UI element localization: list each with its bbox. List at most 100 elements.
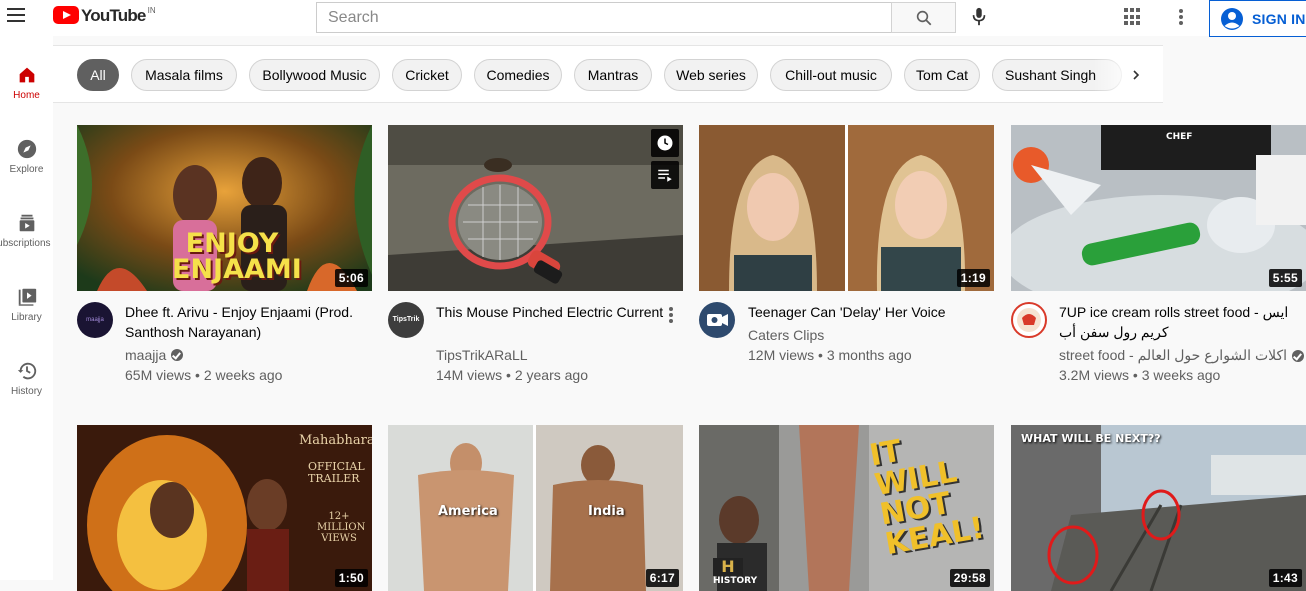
avatar-text: TipsTrik	[392, 316, 420, 323]
video-duration: 1:43	[1268, 569, 1302, 587]
watch-later-button[interactable]	[651, 129, 679, 157]
sidebar-item-subscriptions[interactable]: Subscriptions	[0, 212, 53, 272]
sidebar-item-label: History	[10, 386, 43, 397]
search-button[interactable]	[891, 2, 956, 33]
mic-icon	[972, 7, 986, 26]
sidebar-item-label: Library	[11, 312, 42, 323]
video-duration: 1:50	[334, 569, 368, 587]
avatar[interactable]: maajja	[77, 302, 113, 338]
search-box[interactable]	[316, 2, 892, 33]
chip-cricket[interactable]: Cricket	[392, 59, 462, 91]
verified-icon	[1292, 349, 1305, 362]
thumbnail-image	[699, 125, 994, 291]
history-logo-text: HISTORY	[713, 576, 758, 586]
thumbnail-overlay-views: 12+ MILLION VIEWS	[317, 511, 366, 544]
add-to-queue-button[interactable]	[651, 161, 679, 189]
settings-more-icon[interactable]	[1176, 8, 1186, 26]
video-title[interactable]: Teenager Can 'Delay' Her Voice	[748, 302, 984, 322]
video-actions-more-icon[interactable]	[666, 306, 676, 324]
thumbnail-overlay-text: WHAT WILL BE NEXT??	[1021, 432, 1161, 445]
clock-icon	[657, 135, 673, 151]
video-thumbnail[interactable]: ENJOY ENJAAMI 5:06	[77, 125, 372, 291]
video-duration: 5:55	[1268, 269, 1302, 287]
channel-name[interactable]: TipsTrikARaLL	[436, 347, 528, 363]
thumbnail-overlay-text: IT WILL NOT KEAL!	[867, 425, 994, 563]
video-thumbnail[interactable]: CHEF 5:55	[1011, 125, 1306, 291]
video-meta: 3.2M views • 3 weeks ago	[1059, 367, 1221, 383]
video-duration: 1:19	[956, 269, 990, 287]
sidebar-item-library[interactable]: Library	[0, 286, 53, 346]
video-title[interactable]: This Mouse Pinched Electric Current	[436, 302, 672, 322]
sidebar-item-history[interactable]: History	[0, 360, 53, 420]
chip-comedies[interactable]: Comedies	[474, 59, 562, 91]
library-icon	[18, 288, 36, 306]
search-icon	[916, 10, 931, 25]
voice-search-button[interactable]	[968, 6, 990, 28]
search-input[interactable]	[317, 3, 891, 32]
top-bar: YouTube IN SIGN IN	[0, 0, 1306, 37]
channel-name[interactable]: street food - اكلات الشوارع حول العالم	[1059, 347, 1305, 364]
avatar[interactable]	[1011, 302, 1047, 338]
chip-tom-cat[interactable]: Tom Cat	[904, 59, 980, 91]
chip-bollywood-music[interactable]: Bollywood Music	[249, 59, 380, 91]
thumbnail-image	[1011, 425, 1306, 591]
thumbnail-image	[77, 425, 372, 591]
sign-in-button[interactable]: SIGN IN	[1209, 0, 1306, 37]
video-meta: 65M views • 2 weeks ago	[125, 367, 283, 383]
sidebar-item-home[interactable]: Home	[0, 64, 53, 124]
thumbnail-image	[388, 125, 683, 291]
video-thumbnail[interactable]: 1:19	[699, 125, 994, 291]
channel-name[interactable]: Caters Clips	[748, 327, 824, 343]
avatar[interactable]: TipsTrik	[388, 302, 424, 338]
sidebar-item-explore[interactable]: Explore	[0, 138, 53, 198]
home-icon	[19, 67, 34, 83]
video-thumbnail[interactable]: America India 6:17	[388, 425, 683, 591]
video-views: 14M views	[436, 367, 503, 383]
channel-name-text: Caters Clips	[748, 327, 825, 343]
video-thumbnail[interactable]: Mahabharat OFFICIAL TRAILER 12+ MILLION …	[77, 425, 372, 591]
chip-all[interactable]: All	[77, 59, 119, 91]
video-thumbnail[interactable]: WHAT WILL BE NEXT?? 1:43	[1011, 425, 1306, 591]
video-thumbnail[interactable]: IT WILL NOT KEAL! H HISTORY 29:58	[699, 425, 994, 591]
video-duration: 6:17	[645, 569, 679, 587]
channel-name-text: maajja	[125, 347, 167, 363]
thumbnail-image	[388, 425, 683, 591]
channel-name-text: street food - اكلات الشوارع حول العالم	[1059, 347, 1288, 363]
thumbnail-overlay-label-america: America	[438, 504, 498, 519]
camera-icon	[707, 314, 728, 326]
sidebar-item-label: Subscriptions	[0, 238, 51, 249]
chip-masala-films[interactable]: Masala films	[131, 59, 237, 91]
menu-icon[interactable]	[7, 8, 27, 24]
video-age: 3 months ago	[826, 347, 912, 363]
country-code: IN	[147, 6, 156, 15]
subscriptions-icon	[19, 214, 34, 232]
chef-logo-icon	[1017, 308, 1041, 332]
thumbnail-overlay-subtitle: OFFICIAL TRAILER	[308, 460, 365, 485]
history-icon	[17, 362, 36, 380]
chip-chill-out-music[interactable]: Chill-out music	[770, 59, 892, 91]
video-views: 12M views	[748, 347, 815, 363]
chevron-right-icon[interactable]	[1127, 66, 1145, 84]
thumbnail-overlay-title: Mahabharat	[299, 433, 372, 448]
video-thumbnail[interactable]	[388, 125, 683, 291]
sidebar-item-label: Explore	[9, 164, 44, 175]
youtube-play-icon	[53, 6, 79, 24]
account-icon	[1221, 7, 1243, 30]
video-title[interactable]: 7UP ice cream rolls street food - ايس كر…	[1059, 302, 1299, 342]
avatar[interactable]	[699, 302, 735, 338]
video-age: 2 years ago	[514, 367, 588, 383]
youtube-logo[interactable]: YouTube IN	[53, 6, 156, 28]
video-title[interactable]: Dhee ft. Arivu - Enjoy Enjaami (Prod. Sa…	[125, 302, 361, 342]
video-meta: 14M views • 2 years ago	[436, 367, 588, 383]
sign-in-label: SIGN IN	[1252, 10, 1306, 27]
chip-mantras[interactable]: Mantras	[574, 59, 652, 91]
avatar-text: maajja	[86, 317, 104, 323]
logo-text: YouTube	[81, 6, 146, 25]
video-duration: 5:06	[334, 269, 368, 287]
queue-icon	[658, 169, 672, 182]
chip-web-series[interactable]: Web series	[664, 59, 758, 91]
compass-icon	[17, 139, 36, 159]
mini-guide-sidebar: Home Explore Subscriptions Library Histo…	[0, 36, 53, 580]
channel-name[interactable]: maajja	[125, 347, 184, 363]
apps-icon[interactable]	[1124, 8, 1142, 26]
